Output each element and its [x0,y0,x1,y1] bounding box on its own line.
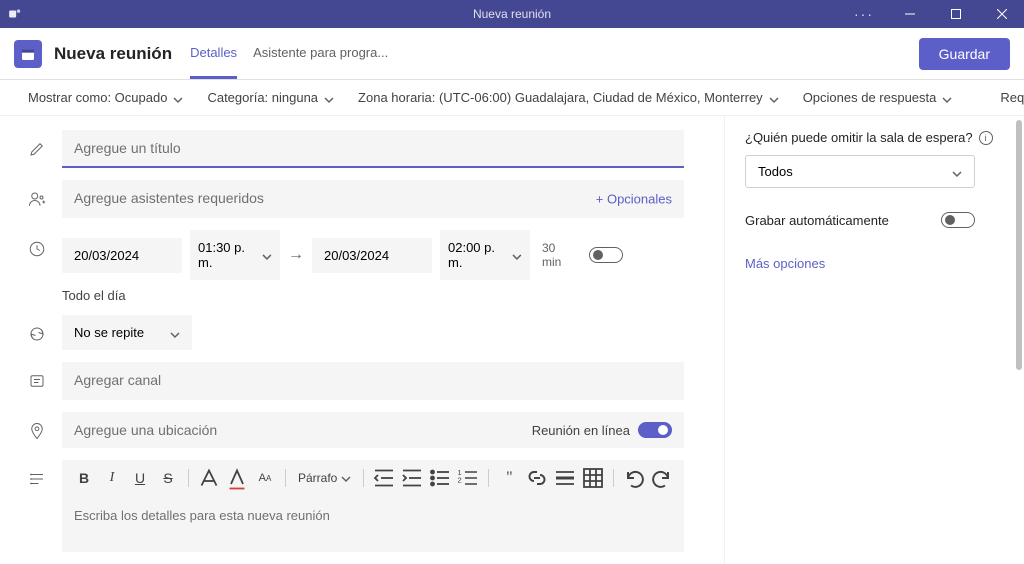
side-panel: ¿Quién puede omitir la sala de espera? i… [724,116,1024,564]
end-date-input[interactable] [312,238,432,273]
info-icon[interactable]: i [979,131,993,145]
online-meeting-label: Reunión en línea [532,423,630,438]
bypass-lobby-select[interactable]: Todos [745,155,975,188]
save-button[interactable]: Guardar [919,38,1010,70]
timezone-dropdown[interactable]: Zona horaria: (UTC-06:00) Guadalajara, C… [358,90,779,105]
more-options-link[interactable]: Más opciones [745,256,1004,271]
svg-text:2: 2 [458,476,462,485]
highlight-button[interactable] [197,466,221,490]
recurrence-select[interactable]: No se repite [62,315,192,350]
channel-input[interactable] [62,362,684,400]
redo-button[interactable] [650,466,674,490]
scrollbar[interactable] [1016,120,1022,370]
titlebar: Nueva reunión ··· [0,0,1024,28]
start-date-input[interactable] [62,238,182,273]
numbered-list-button[interactable]: 12 [456,466,480,490]
page-title: Nueva reunión [54,44,172,64]
location-icon [28,422,46,440]
bypass-lobby-label: ¿Quién puede omitir la sala de espera? i [745,130,1004,145]
hr-button[interactable] [553,466,577,490]
font-color-button[interactable] [225,466,249,490]
paragraph-select[interactable]: Párrafo [294,471,355,485]
attendees-input[interactable] [62,180,684,218]
optional-attendees-link[interactable]: + Opcionales [596,192,672,207]
close-button[interactable] [980,0,1024,28]
tab-details[interactable]: Detalles [190,29,237,79]
options-bar: Mostrar como: Ocupado Categoría: ninguna… [0,80,1024,116]
more-menu-button[interactable]: ··· [842,0,886,28]
edit-icon [28,140,46,158]
page-header: Nueva reunión Detalles Asistente para pr… [0,28,1024,80]
teams-icon [8,7,22,21]
auto-record-label: Grabar automáticamente [745,213,889,228]
description-icon [28,470,46,488]
end-time-select[interactable]: 02:00 p. m. [440,230,530,280]
channel-icon [28,372,46,390]
all-day-toggle[interactable] [589,247,623,263]
undo-button[interactable] [622,466,646,490]
bullet-list-button[interactable] [428,466,452,490]
strike-button[interactable]: S [156,466,180,490]
details-editor[interactable]: Escriba los detalles para esta nueva reu… [62,496,684,552]
people-icon [28,190,46,208]
clock-icon [28,240,46,258]
editor-toolbar: B I U S AA Párrafo 12 " [62,460,684,496]
indent-increase-button[interactable] [400,466,424,490]
recurrence-icon [28,325,46,343]
link-button[interactable] [525,466,549,490]
window-title: Nueva reunión [473,7,551,21]
category-dropdown[interactable]: Categoría: ninguna [207,90,334,105]
table-button[interactable] [581,466,605,490]
titlebar-app-icon [0,7,22,21]
duration-label: 30min [542,241,561,270]
title-input[interactable] [62,130,684,168]
show-as-dropdown[interactable]: Mostrar como: Ocupado [28,90,183,105]
form-main: + Opcionales 01:30 p. m. → 02:00 p. m. 3… [0,116,724,564]
online-meeting-toggle[interactable] [638,422,672,438]
indent-decrease-button[interactable] [372,466,396,490]
maximize-button[interactable] [934,0,978,28]
start-time-select[interactable]: 01:30 p. m. [190,230,280,280]
quote-button[interactable]: " [497,466,521,490]
italic-button[interactable]: I [100,466,124,490]
arrow-icon: → [288,246,304,264]
underline-button[interactable]: U [128,466,152,490]
tab-scheduling-assistant[interactable]: Asistente para progra... [253,29,388,79]
calendar-badge-icon [14,40,42,68]
minimize-button[interactable] [888,0,932,28]
location-input[interactable] [62,412,532,448]
all-day-label: Todo el día [62,288,126,303]
response-options-dropdown[interactable]: Opciones de respuesta [803,90,953,105]
require-register-dropdown[interactable]: Requerir registro: Ninguno [1000,90,1024,105]
bold-button[interactable]: B [72,466,96,490]
auto-record-toggle[interactable] [941,212,975,228]
font-size-button[interactable]: AA [253,466,277,490]
